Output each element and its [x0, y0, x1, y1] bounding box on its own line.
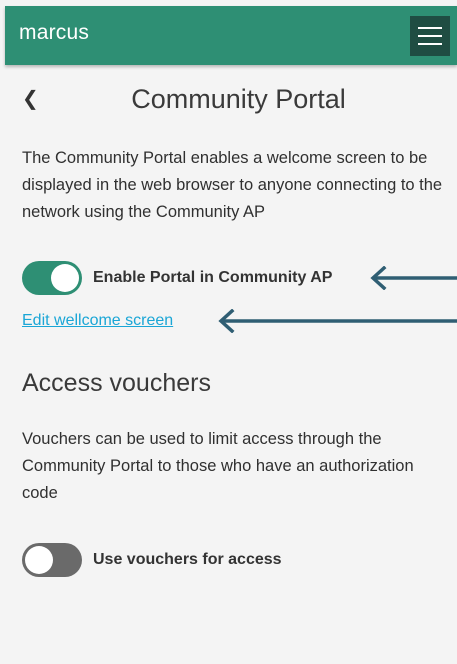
page-title: Community Portal — [131, 84, 346, 114]
toggle-knob — [51, 264, 79, 292]
app-bar: marcus — [5, 6, 457, 65]
use-vouchers-label: Use vouchers for access — [93, 551, 282, 568]
enable-portal-toggle[interactable] — [22, 261, 82, 295]
use-vouchers-toggle[interactable] — [22, 543, 82, 577]
enable-portal-label: Enable Portal in Community AP — [93, 269, 333, 286]
edit-welcome-screen-link[interactable]: Edit wellcome screen — [22, 312, 173, 330]
vouchers-description: Vouchers can be used to limit access thr… — [22, 430, 414, 502]
left-arrow-icon — [218, 309, 457, 333]
app-brand: marcus — [19, 21, 90, 44]
portal-description: The Community Portal enables a welcome s… — [22, 149, 443, 221]
toggle-knob — [25, 546, 53, 574]
hamburger-menu-button[interactable] — [410, 16, 450, 56]
hamburger-menu-icon — [418, 27, 442, 29]
access-vouchers-title: Access vouchers — [22, 369, 211, 397]
left-arrow-icon — [370, 266, 457, 290]
